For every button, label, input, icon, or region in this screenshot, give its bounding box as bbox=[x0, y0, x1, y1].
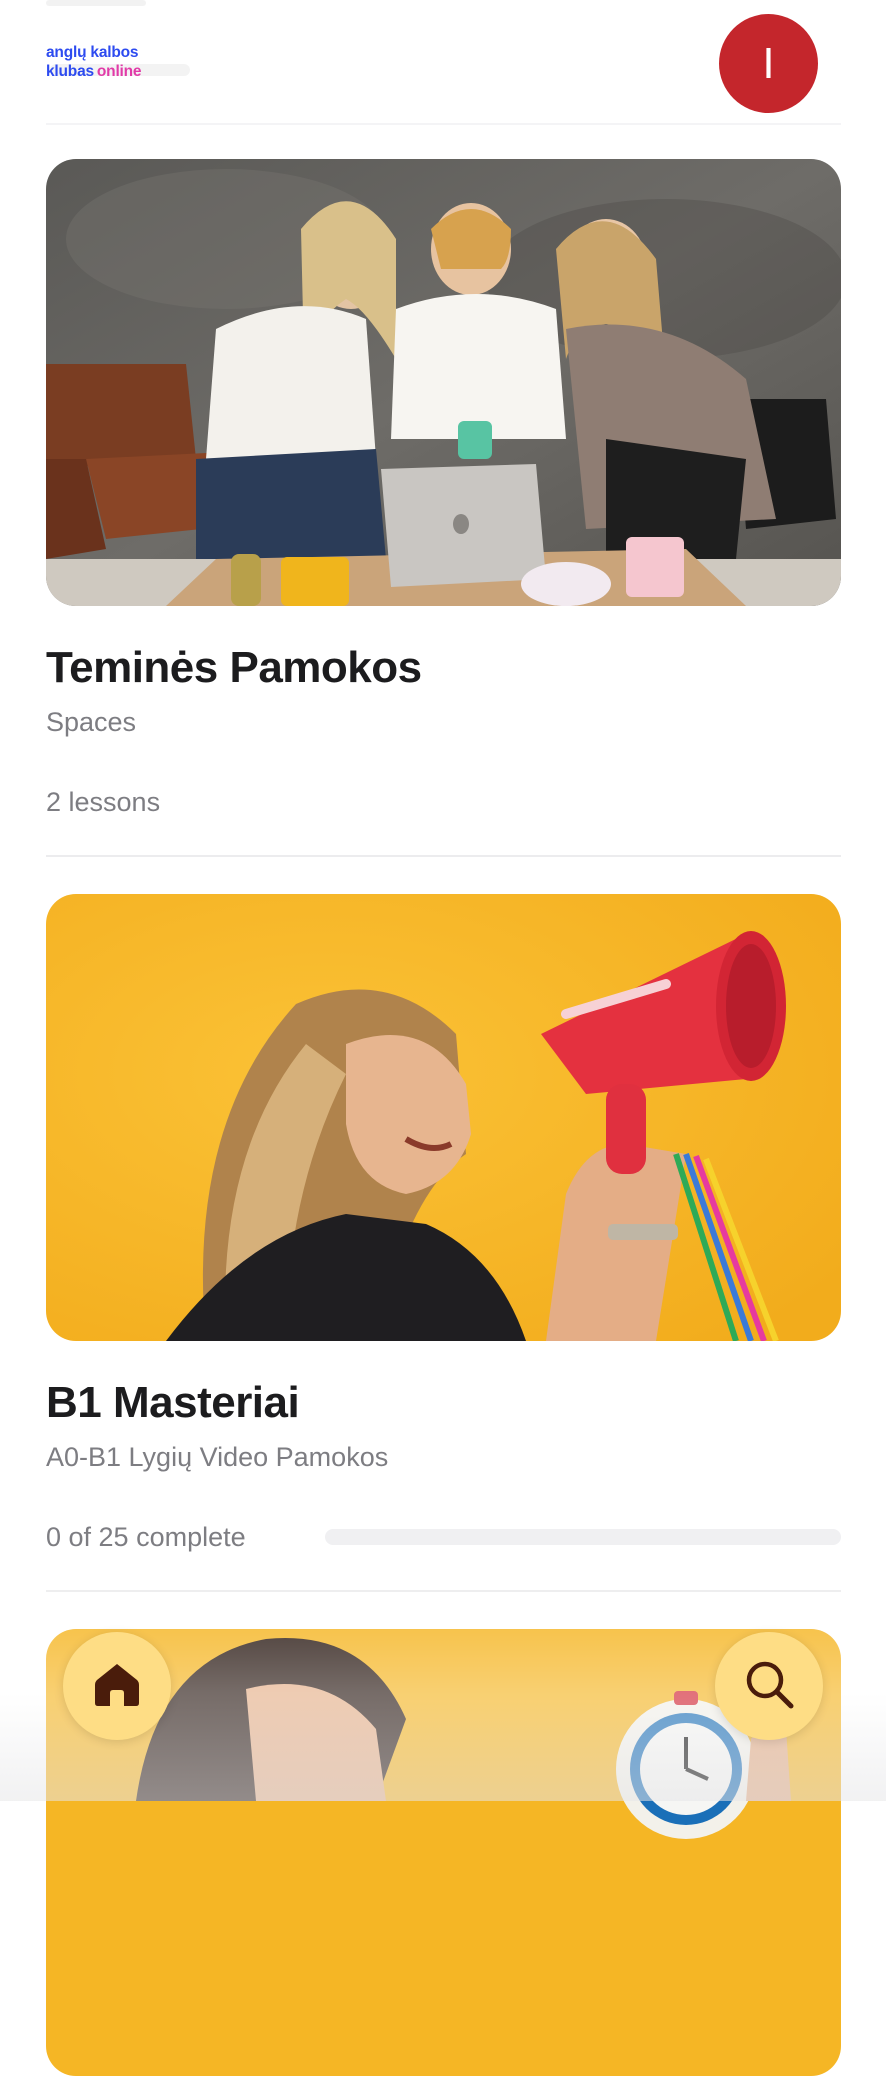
course-title[interactable]: B1 Masteriai bbox=[46, 1378, 300, 1428]
home-icon bbox=[92, 1659, 142, 1714]
card-divider bbox=[46, 1590, 841, 1592]
course-subtitle: Spaces bbox=[46, 707, 137, 737]
course-title[interactable]: Teminės Pamokos bbox=[46, 643, 422, 693]
logo-line1: anglų kalbos bbox=[46, 44, 139, 61]
scrolled-content-remnant bbox=[46, 0, 146, 6]
card-divider bbox=[46, 855, 841, 857]
woman-with-megaphone-photo[interactable] bbox=[46, 894, 841, 1341]
course-subtitle: A0-B1 Lygių Video Pamokos bbox=[46, 1442, 389, 1472]
home-button[interactable] bbox=[63, 1632, 171, 1740]
site-logo[interactable]: anglų kalbos klubas online bbox=[46, 43, 142, 81]
course-card[interactable]: B1 Masteriai A0-B1 Lygių Video Pamokos 0… bbox=[46, 894, 841, 1594]
header-divider bbox=[46, 123, 841, 125]
course-card[interactable]: Teminės Pamokos Spaces 2 lessons bbox=[46, 159, 841, 859]
app-header: anglų kalbos klubas online I bbox=[0, 0, 886, 126]
logo-word-online: online bbox=[96, 63, 142, 80]
logo-line2: klubas online bbox=[46, 62, 142, 81]
logo-word-klubas: klubas bbox=[46, 63, 94, 80]
course-card[interactable] bbox=[46, 1629, 841, 2076]
user-avatar[interactable]: I bbox=[719, 14, 818, 113]
progress-text: 0 of 25 complete bbox=[46, 1522, 246, 1552]
group-at-laptop-photo[interactable] bbox=[46, 159, 841, 606]
progress-bar bbox=[325, 1529, 841, 1545]
lesson-count: 2 lessons bbox=[46, 787, 161, 817]
search-icon bbox=[742, 1657, 796, 1716]
search-button[interactable] bbox=[715, 1632, 823, 1740]
